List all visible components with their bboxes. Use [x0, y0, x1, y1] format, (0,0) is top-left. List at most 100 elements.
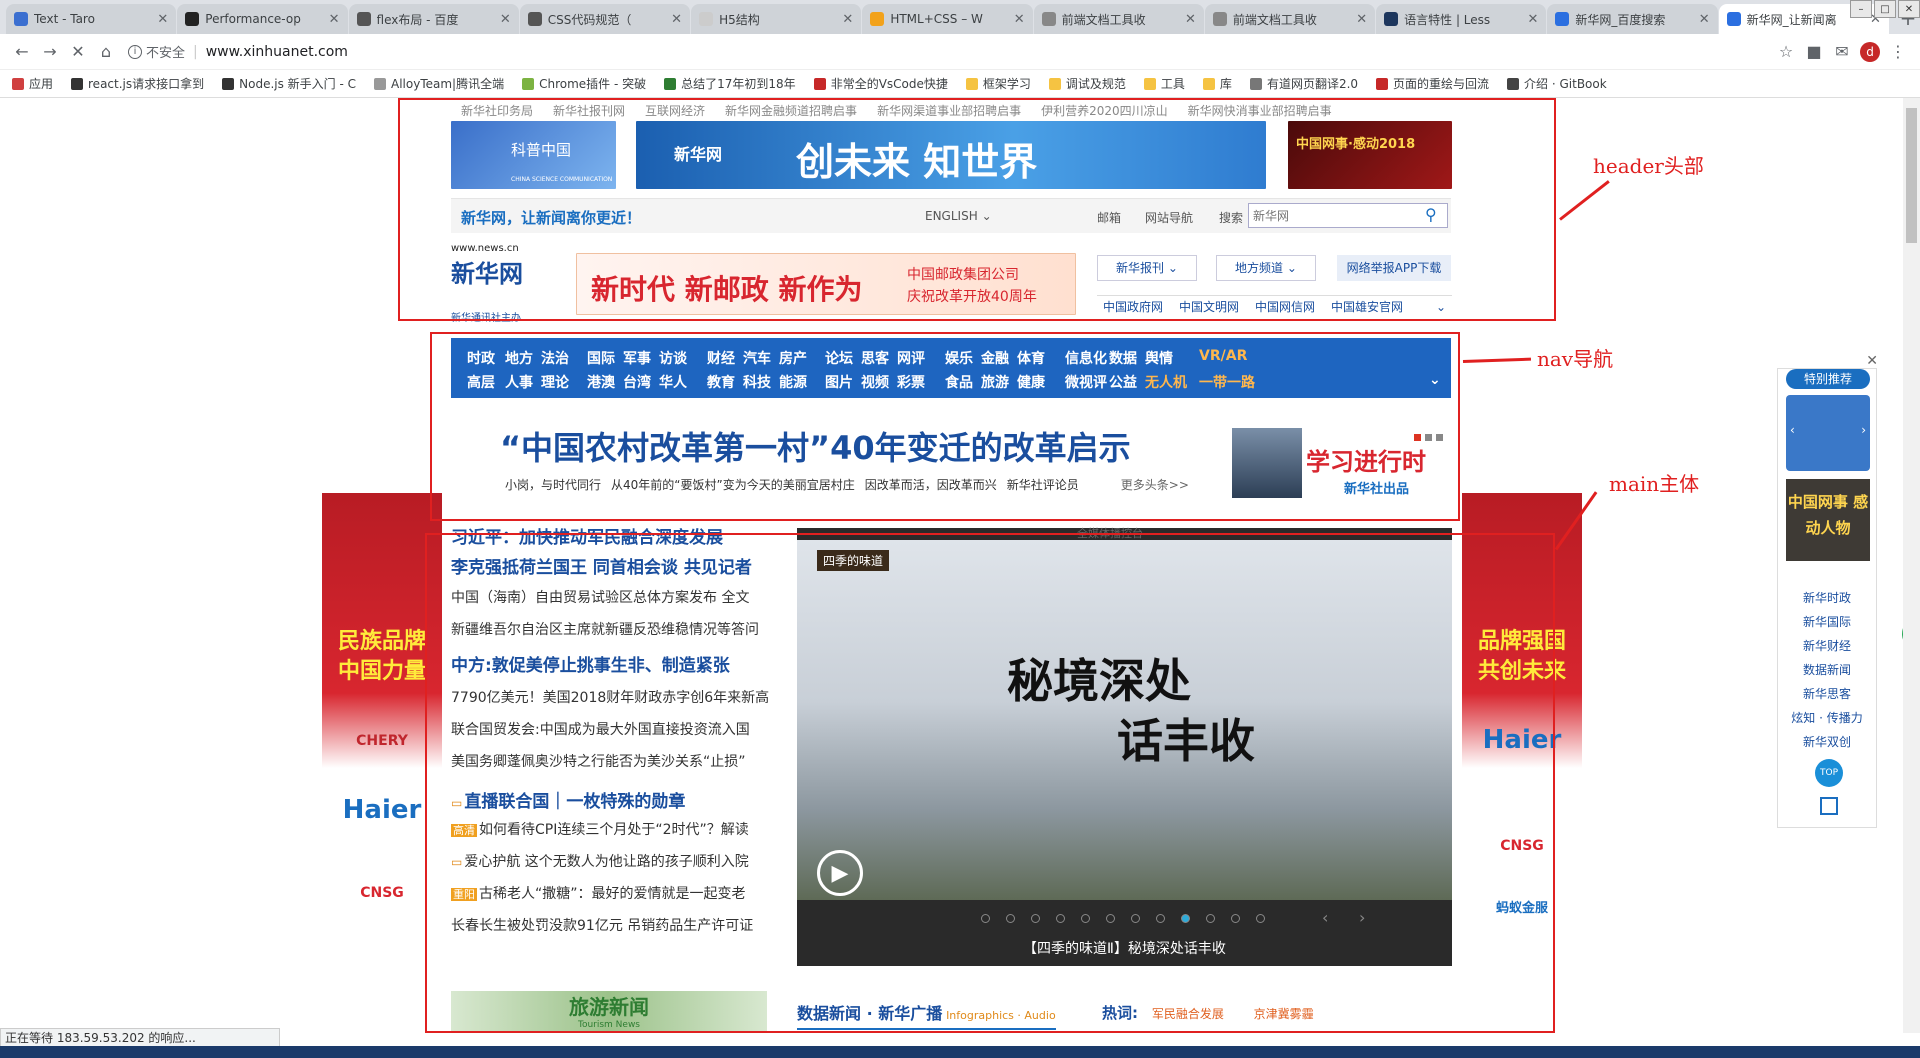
- profile-avatar[interactable]: d: [1856, 38, 1884, 66]
- qrcode-icon[interactable]: [1820, 797, 1838, 815]
- nav-annotation: nav导航: [1537, 347, 1614, 371]
- tab-favicon-icon: [870, 12, 885, 26]
- bookmark-item[interactable]: 非常全的VsCode快捷: [813, 75, 948, 92]
- tab-close-icon[interactable]: ✕: [671, 12, 682, 27]
- recommend-link[interactable]: 新华财经: [1778, 637, 1876, 654]
- tab-close-icon[interactable]: ✕: [1527, 12, 1538, 27]
- bookmark-label: AlloyTeam|腾讯全端: [391, 77, 505, 91]
- tab-close-icon[interactable]: ✕: [1699, 12, 1710, 27]
- bookmark-item[interactable]: 工具: [1143, 75, 1185, 92]
- bookmark-item[interactable]: 总结了17年初到18年: [664, 75, 796, 92]
- webpage: 新华社印务局 新华社报刊网 互联网经济 新华网金融频道招聘启事 新华网渠道事业部招聘启事…: [0, 98, 1920, 1033]
- bookmark-label: Node.js 新手入门 - C: [239, 77, 357, 91]
- url-divider: |: [193, 43, 198, 60]
- maximize-button[interactable]: □: [1874, 0, 1896, 18]
- browser-tab[interactable]: H5结构 ✕: [691, 4, 862, 34]
- recommend-link[interactable]: 新华国际: [1778, 613, 1876, 630]
- url-text[interactable]: www.xinhuanet.com: [206, 44, 348, 60]
- bookmark-star-icon[interactable]: ☆: [1772, 38, 1800, 66]
- bookmark-item[interactable]: 页面的重绘与回流: [1376, 75, 1489, 92]
- tab-close-icon[interactable]: ✕: [500, 12, 511, 27]
- browser-tab[interactable]: 语言特性 | Less ✕: [1376, 4, 1547, 34]
- tab-title: H5结构: [719, 12, 760, 27]
- tab-favicon-icon: [1041, 12, 1056, 26]
- bookmark-label: 总结了17年初到18年: [681, 77, 796, 91]
- bookmark-icon: [222, 77, 235, 90]
- panel-carousel[interactable]: ‹ ›: [1786, 395, 1870, 471]
- back-icon[interactable]: ←: [8, 38, 36, 66]
- browser-tab[interactable]: HTML+CSS – W ✕: [862, 4, 1033, 34]
- mail-extension-icon[interactable]: ✉: [1828, 38, 1856, 66]
- bookmark-item[interactable]: 调试及规范: [1048, 75, 1126, 92]
- tab-title: 语言特性 | Less: [1404, 12, 1491, 27]
- browser-tab[interactable]: CSS代码规范（ ✕: [519, 4, 691, 34]
- tab-title: 前端文档工具收: [1232, 12, 1317, 27]
- tab-title: Performance-op: [205, 12, 301, 26]
- tab-close-icon[interactable]: ✕: [157, 12, 168, 27]
- panel-feature[interactable]: 中国网事 感动人物: [1786, 479, 1870, 561]
- tab-close-icon[interactable]: ✕: [329, 12, 340, 27]
- tab-close-icon[interactable]: ✕: [1356, 12, 1367, 27]
- tab-favicon-icon: [699, 12, 714, 26]
- recommend-link[interactable]: 炫知 · 传播力: [1778, 709, 1876, 726]
- bookmark-icon: [12, 77, 24, 90]
- bookmark-item[interactable]: Chrome插件 - 突破: [522, 75, 646, 92]
- top-button[interactable]: TOP: [1815, 759, 1843, 787]
- bookmark-label: 介绍 · GitBook: [1524, 77, 1607, 91]
- bookmark-item[interactable]: 应用: [12, 75, 53, 92]
- main-annotation: main主体: [1609, 472, 1700, 496]
- browser-tab[interactable]: 前端文档工具收 ✕: [1033, 4, 1204, 34]
- recommend-link[interactable]: 数据新闻: [1778, 661, 1876, 678]
- left-side-ad[interactable]: 民族品牌 中国力量 CHERY Haier CNSG: [322, 493, 442, 993]
- tab-close-icon[interactable]: ✕: [842, 12, 853, 27]
- tab-close-icon[interactable]: ✕: [1185, 12, 1196, 27]
- recommend-link[interactable]: 新华思客: [1778, 685, 1876, 702]
- tab-title: HTML+CSS – W: [890, 12, 983, 26]
- close-window-button[interactable]: ✕: [1898, 0, 1920, 18]
- bookmark-icon: [1376, 77, 1389, 90]
- tab-favicon-icon: [1555, 12, 1570, 26]
- bookmark-item[interactable]: react.js请求接口拿到: [71, 75, 204, 92]
- forward-icon[interactable]: →: [36, 38, 64, 66]
- stop-loading-icon[interactable]: ✕: [64, 38, 92, 66]
- bookmark-item[interactable]: Node.js 新手入门 - C: [222, 75, 356, 92]
- bookmark-icon: [664, 77, 677, 90]
- recommend-link[interactable]: 新华双创: [1778, 733, 1876, 750]
- bookmark-item[interactable]: AlloyTeam|腾讯全端: [374, 75, 504, 92]
- bookmark-label: 非常全的VsCode快捷: [830, 77, 948, 91]
- tab-favicon-icon: [1726, 12, 1741, 26]
- bookmark-label: 应用: [29, 77, 54, 91]
- header-arrow: [1559, 180, 1610, 221]
- bookmark-icon: [1249, 77, 1262, 90]
- taskbar: [0, 1046, 1920, 1058]
- bookmark-icon: [813, 77, 826, 90]
- browser-tab[interactable]: 新华网_百度搜索 ✕: [1547, 4, 1718, 34]
- home-icon[interactable]: ⌂: [92, 38, 120, 66]
- carousel-next-icon[interactable]: ›: [1861, 423, 1866, 437]
- minimize-button[interactable]: –: [1850, 0, 1872, 18]
- info-icon[interactable]: i: [128, 44, 142, 59]
- tab-favicon-icon: [14, 12, 28, 26]
- bookmark-item[interactable]: 框架学习: [965, 75, 1031, 92]
- recommend-link[interactable]: 新华时政: [1778, 589, 1876, 606]
- left-ad-line1: 民族品牌: [337, 629, 426, 654]
- bookmark-item[interactable]: 有道网页翻译2.0: [1249, 75, 1358, 92]
- panel-close-icon[interactable]: ✕: [1866, 353, 1878, 369]
- browser-tab[interactable]: 前端文档工具收 ✕: [1204, 4, 1376, 34]
- browser-tab[interactable]: flex布局 - 百度 ✕: [348, 4, 519, 34]
- tab-close-icon[interactable]: ✕: [1014, 12, 1025, 27]
- bookmark-label: 框架学习: [982, 77, 1031, 91]
- address-bar[interactable]: i 不安全 | www.xinhuanet.com: [128, 38, 1764, 66]
- bookmark-icon: [965, 77, 978, 90]
- tab-title: 前端文档工具收: [1061, 12, 1146, 27]
- scrollbar-thumb[interactable]: [1906, 108, 1917, 243]
- browser-tab[interactable]: Text - Taro ✕: [6, 4, 177, 34]
- carousel-prev-icon[interactable]: ‹: [1790, 423, 1795, 437]
- bookmark-item[interactable]: 库: [1202, 75, 1232, 92]
- nav-frame: [430, 332, 1460, 521]
- bookmark-item[interactable]: 介绍 · GitBook: [1507, 75, 1607, 92]
- extension-icon[interactable]: ■: [1800, 38, 1828, 66]
- scrollbar[interactable]: [1903, 98, 1920, 1033]
- browser-tab[interactable]: Performance-op ✕: [177, 4, 348, 34]
- menu-icon[interactable]: ⋮: [1884, 38, 1912, 66]
